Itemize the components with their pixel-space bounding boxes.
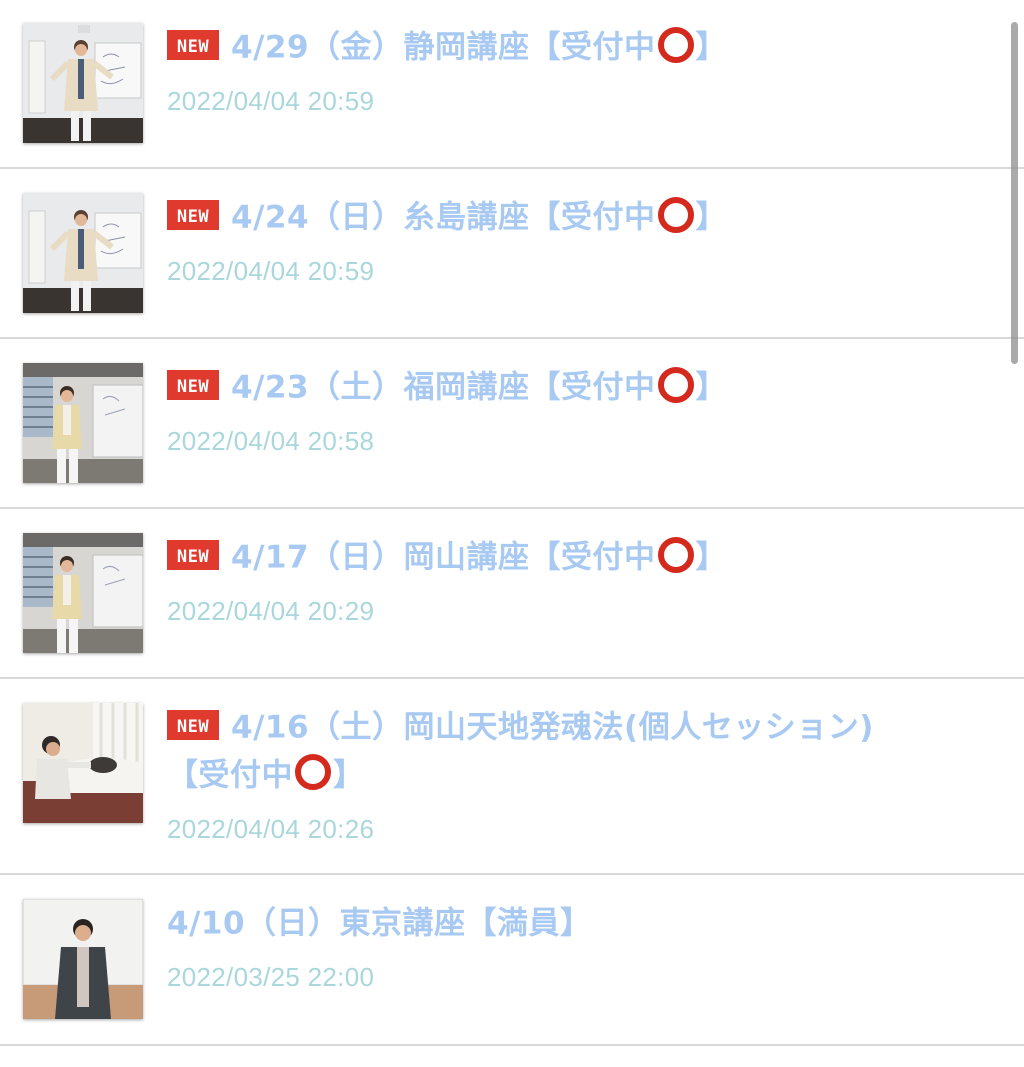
thumbnail-image[interactable] [23, 703, 143, 823]
item-date: 2022/04/04 20:29 [167, 596, 375, 626]
svg-text:NEW: NEW [177, 207, 209, 227]
item-title[interactable]: NEW 4/23（土）福岡講座【受付中 】 [167, 363, 987, 411]
thumbnail-image[interactable] [23, 533, 143, 653]
thumbnail-image[interactable] [23, 23, 143, 143]
item-date: 2022/04/04 20:59 [167, 86, 375, 116]
svg-text:NEW: NEW [177, 37, 209, 57]
list-item[interactable]: NEW 4/17（日）岡山講座【受付中 】 2022/04/04 20:29 [0, 509, 1024, 679]
red-circle-icon [656, 535, 696, 575]
red-circle-icon [656, 195, 696, 235]
new-badge-icon: NEW [167, 369, 219, 400]
item-title-text: 4/16（土）岡山天地発魂法(個人セッション) [231, 709, 874, 746]
thumbnail-image[interactable] [23, 363, 143, 483]
item-title-text-line2: 【受付中 [167, 757, 293, 793]
list-item[interactable]: 4/10（日）東京講座【満員】 2022/03/25 22:00 [0, 875, 1024, 1046]
item-title-text: 4/29（金）静岡講座【受付中 [231, 29, 656, 66]
new-badge-icon: NEW [167, 199, 219, 230]
item-title[interactable]: NEW 4/17（日）岡山講座【受付中 】 [167, 533, 987, 581]
scrollbar[interactable] [1011, 22, 1018, 364]
list-item[interactable]: NEW 4/16（土）岡山天地発魂法(個人セッション) 【受付中 】 2022/04… [0, 679, 1024, 875]
new-badge-icon: NEW [167, 709, 219, 740]
svg-text:NEW: NEW [177, 717, 209, 737]
thumbnail-image[interactable] [23, 899, 143, 1019]
item-title-suffix: 】 [695, 539, 728, 576]
red-circle-icon [656, 25, 696, 65]
thumbnail-image[interactable] [23, 193, 143, 313]
item-date: 2022/03/25 22:00 [167, 962, 375, 992]
red-circle-icon [293, 752, 333, 792]
item-title-suffix: 】 [333, 757, 365, 793]
item-title[interactable]: NEW 4/16（土）岡山天地発魂法(個人セッション) 【受付中 】 [167, 703, 987, 798]
item-date: 2022/04/04 20:26 [167, 814, 375, 844]
list-item[interactable]: NEW 4/24（日）糸島講座【受付中 】 2022/04/04 20:59 [0, 169, 1024, 339]
item-title[interactable]: NEW 4/29（金）静岡講座【受付中 】 [167, 23, 987, 71]
svg-text:NEW: NEW [177, 547, 209, 567]
new-badge-icon: NEW [167, 29, 219, 60]
item-title[interactable]: 4/10（日）東京講座【満員】 [167, 899, 987, 947]
red-circle-icon [656, 365, 696, 405]
item-title-text: 4/17（日）岡山講座【受付中 [231, 539, 656, 576]
item-title-text: 4/23（土）福岡講座【受付中 [231, 369, 656, 406]
svg-text:NEW: NEW [177, 377, 209, 397]
list-item[interactable]: NEW 4/29（金）静岡講座【受付中 】 2022/04/04 20:59 [0, 0, 1024, 169]
item-date: 2022/04/04 20:59 [167, 256, 375, 286]
item-title-suffix: 】 [695, 369, 728, 406]
new-badge-icon: NEW [167, 539, 219, 570]
list-item[interactable]: NEW 4/23（土）福岡講座【受付中 】 2022/04/04 20:58 [0, 339, 1024, 509]
item-title-suffix: 】 [695, 29, 728, 66]
item-date: 2022/04/04 20:58 [167, 426, 375, 456]
item-title-suffix: 】 [695, 199, 728, 236]
item-title[interactable]: NEW 4/24（日）糸島講座【受付中 】 [167, 193, 987, 241]
item-title-text: 4/24（日）糸島講座【受付中 [231, 199, 656, 236]
item-title-text: 4/10（日）東京講座【満員】 [167, 905, 592, 942]
